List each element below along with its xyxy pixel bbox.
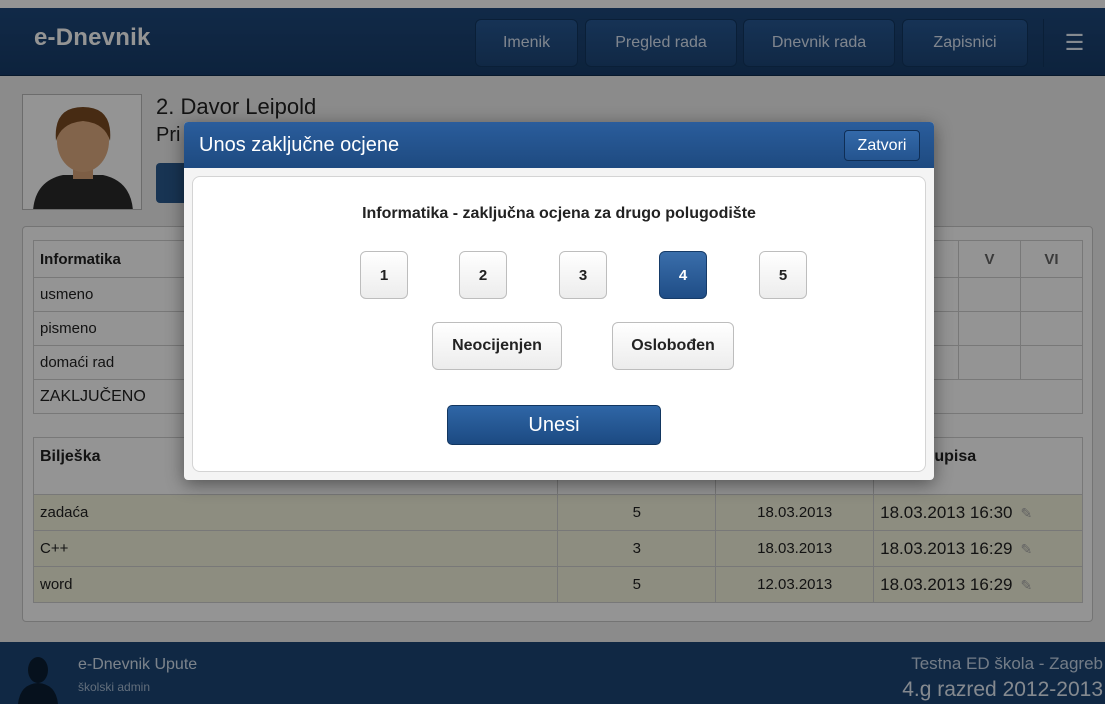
grade-button-5[interactable]: 5 — [759, 251, 807, 299]
exempt-button[interactable]: Oslobođen — [612, 322, 734, 370]
subject-line: Informatika - zaključna ocjena za drugo … — [362, 205, 756, 222]
grade-button-2[interactable]: 2 — [459, 251, 507, 299]
modal-title: Unos zaključne ocjene — [199, 134, 400, 156]
modal-header: Unos zaključne ocjene Zatvori — [184, 122, 934, 168]
ungraded-button[interactable]: Neocijenjen — [432, 322, 562, 370]
grade-button-4-selected[interactable]: 4 — [659, 251, 707, 299]
grade-button-1[interactable]: 1 — [360, 251, 408, 299]
grade-button-3[interactable]: 3 — [559, 251, 607, 299]
submit-button[interactable]: Unesi — [447, 405, 661, 445]
close-button[interactable]: Zatvori — [844, 130, 920, 161]
modal-body: Informatika - zaključna ocjena za drugo … — [192, 176, 926, 472]
final-grade-modal: Unos zaključne ocjene Zatvori Informatik… — [184, 122, 934, 480]
